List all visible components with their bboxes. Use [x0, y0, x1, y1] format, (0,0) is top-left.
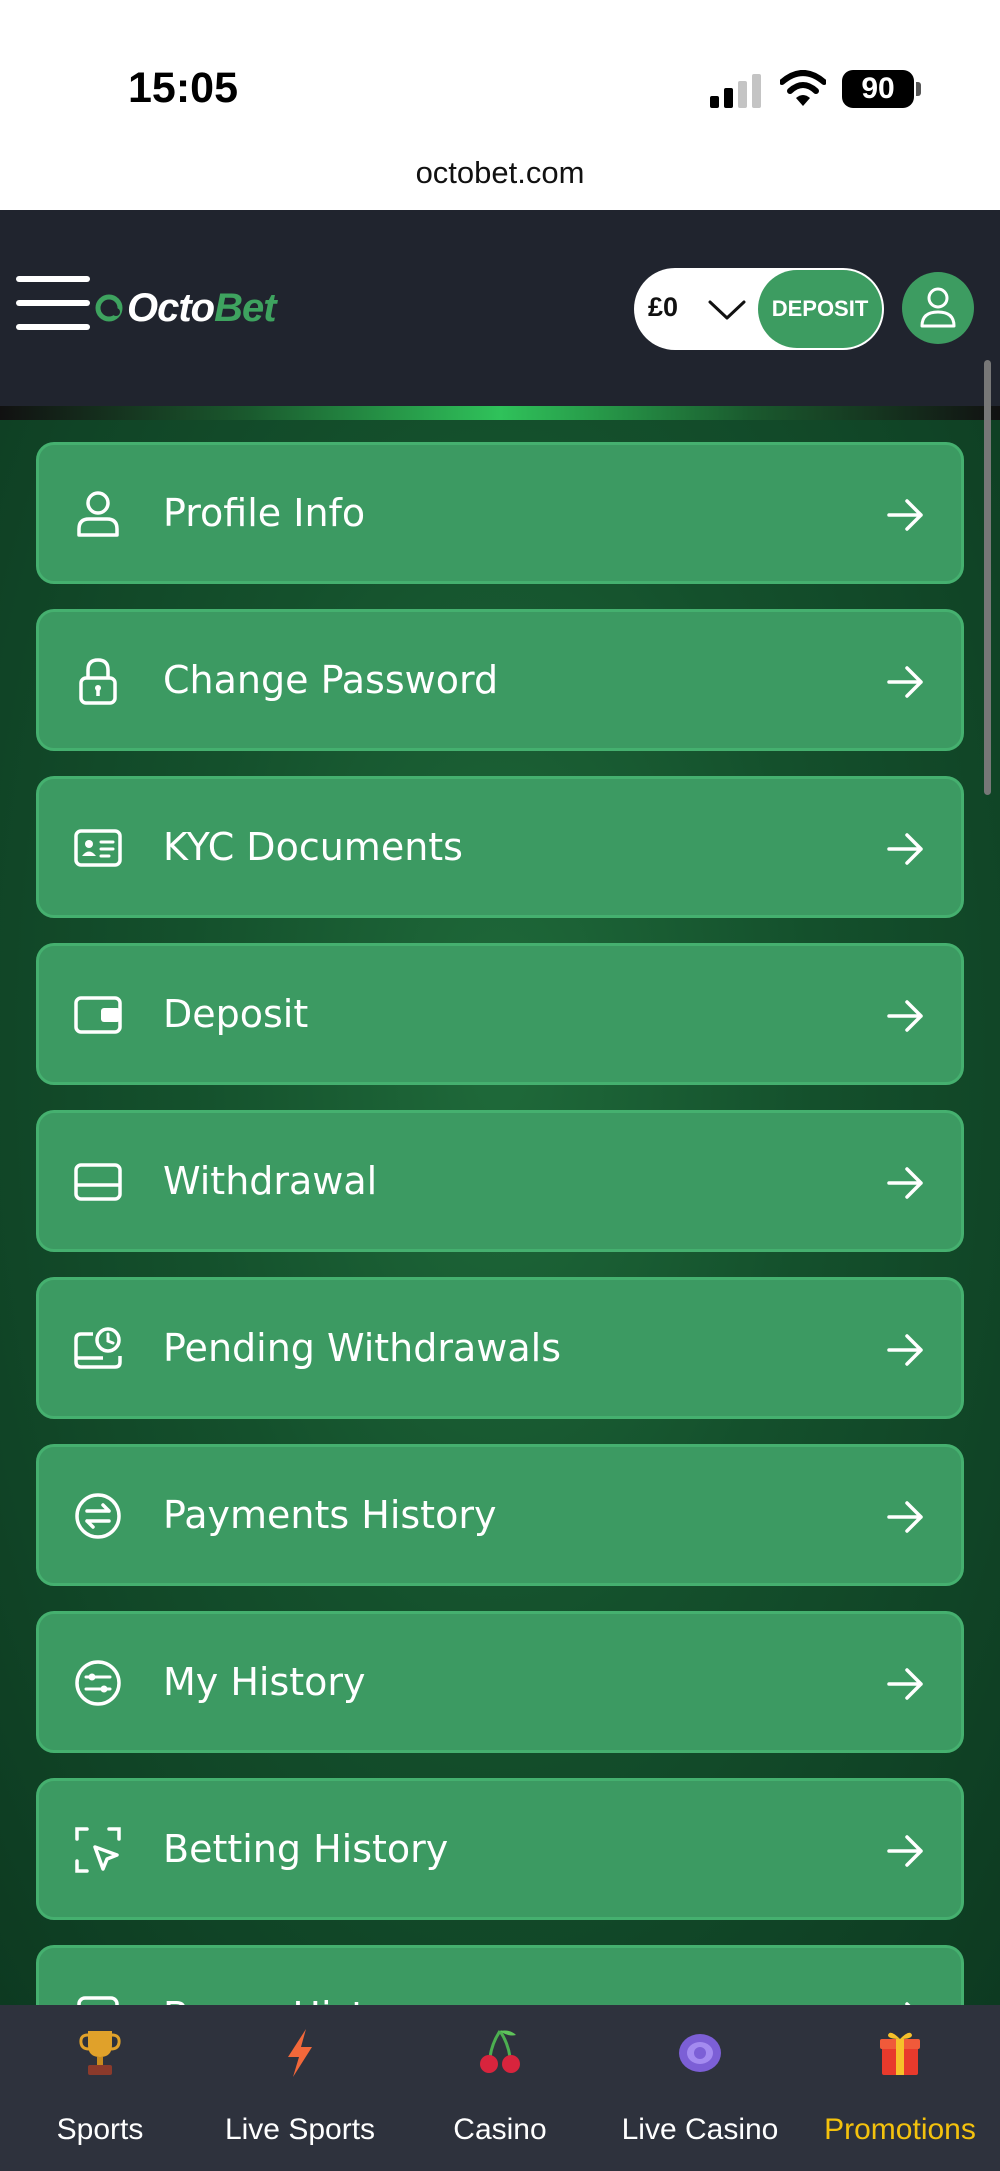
battery-icon: 90: [842, 70, 914, 108]
menu-item-label: KYC Documents: [163, 825, 463, 869]
cellular-signal-icon: [710, 74, 762, 108]
chevron-down-icon[interactable]: [704, 290, 750, 330]
menu-item-withdrawal[interactable]: Withdrawal: [36, 1110, 964, 1252]
arrow-right-icon: [887, 1334, 923, 1366]
nav-label: Live Casino: [621, 2113, 779, 2146]
status-bar: 15:05 90 octobet.com: [0, 0, 1000, 190]
card-icon: [74, 1163, 122, 1201]
nav-item-sports[interactable]: Sports: [0, 2005, 200, 2171]
gift-icon: [880, 2032, 920, 2075]
arrow-right-icon: [887, 1167, 923, 1199]
bottom-navigation: Sports Live Sports Casino Live Casino Pr…: [0, 2005, 1000, 2171]
menu-item-label: Withdrawal: [163, 1159, 378, 1203]
arrow-right-icon: [887, 1668, 923, 1700]
menu-item-pending-withdrawals[interactable]: Pending Withdrawals: [36, 1277, 964, 1419]
menu-item-payments-history[interactable]: Payments History: [36, 1444, 964, 1586]
menu-item-label: Pending Withdrawals: [163, 1326, 562, 1370]
balance-pill[interactable]: £0 DEPOSIT: [634, 268, 884, 350]
menu-item-deposit[interactable]: Deposit: [36, 943, 964, 1085]
menu-item-label: Bonus History: [163, 1994, 428, 2005]
select-cursor-icon: [75, 1827, 121, 1873]
user-icon: [77, 491, 119, 537]
pending-clock-icon: [74, 1327, 122, 1369]
trophy-icon: [79, 2031, 121, 2075]
account-menu: Profile Info Change Password KYC Documen…: [36, 442, 964, 2005]
id-card-icon: [74, 829, 122, 867]
menu-item-bonus-history[interactable]: Bonus History: [36, 1945, 964, 2005]
menu-item-profile-info[interactable]: Profile Info: [36, 442, 964, 584]
arrow-right-icon: [905, 2002, 911, 2005]
logo-text-bet: Bet: [214, 285, 276, 330]
chip-icon: [679, 2034, 721, 2072]
menu-item-my-history[interactable]: My History: [36, 1611, 964, 1753]
nav-label: Sports: [56, 2113, 144, 2146]
cherries-icon: [480, 2030, 520, 2073]
menu-item-label: Betting History: [163, 1827, 449, 1871]
nav-label: Casino: [453, 2113, 547, 2146]
bonus-icon: [77, 1996, 119, 2005]
scrollbar[interactable]: [984, 360, 991, 795]
logo-mark-icon: [95, 294, 123, 322]
arrow-right-icon: [887, 1835, 923, 1867]
status-time: 15:05: [128, 64, 238, 112]
arrow-right-icon: [887, 833, 923, 865]
hamburger-menu-icon[interactable]: [16, 276, 90, 332]
wallet-icon: [74, 996, 122, 1034]
account-button[interactable]: [902, 272, 974, 344]
arrow-right-icon: [887, 499, 923, 531]
menu-item-kyc-documents[interactable]: KYC Documents: [36, 776, 964, 918]
menu-item-label: Deposit: [163, 992, 309, 1036]
arrow-right-icon: [887, 666, 923, 698]
nav-item-promotions[interactable]: Promotions: [800, 2005, 1000, 2171]
account-menu-panel: Profile Info Change Password KYC Documen…: [0, 420, 1000, 2005]
nav-item-live-casino[interactable]: Live Casino: [600, 2005, 800, 2171]
logo-text-octo: Octo: [127, 285, 215, 330]
wifi-icon: [780, 70, 826, 106]
user-icon: [920, 287, 956, 328]
battery-cap: [916, 82, 921, 96]
arrow-right-icon: [887, 1000, 923, 1032]
octobet-logo[interactable]: Octo Bet: [94, 284, 277, 332]
menu-item-change-password[interactable]: Change Password: [36, 609, 964, 751]
arrow-right-icon: [887, 1501, 923, 1533]
nav-label-active: Promotions: [824, 2113, 976, 2146]
exchange-icon: [75, 1493, 121, 1539]
menu-item-label: My History: [163, 1660, 366, 1704]
lock-icon: [79, 658, 117, 705]
sliders-icon: [75, 1660, 121, 1706]
battery-level: 90: [861, 72, 895, 105]
menu-item-label: Change Password: [163, 658, 499, 702]
nav-item-live-sports[interactable]: Live Sports: [200, 2005, 400, 2171]
nav-item-casino[interactable]: Casino: [400, 2005, 600, 2171]
menu-item-label: Payments History: [163, 1493, 497, 1537]
balance-amount: £0: [648, 292, 679, 322]
url-bar[interactable]: octobet.com: [0, 155, 1000, 191]
menu-item-betting-history[interactable]: Betting History: [36, 1778, 964, 1920]
lightning-icon: [288, 2029, 312, 2077]
menu-item-label: Profile Info: [163, 491, 366, 535]
nav-label: Live Sports: [224, 2113, 376, 2146]
site-header: Octo Bet £0 DEPOSIT: [0, 210, 1000, 422]
deposit-button[interactable]: DEPOSIT: [758, 270, 882, 348]
